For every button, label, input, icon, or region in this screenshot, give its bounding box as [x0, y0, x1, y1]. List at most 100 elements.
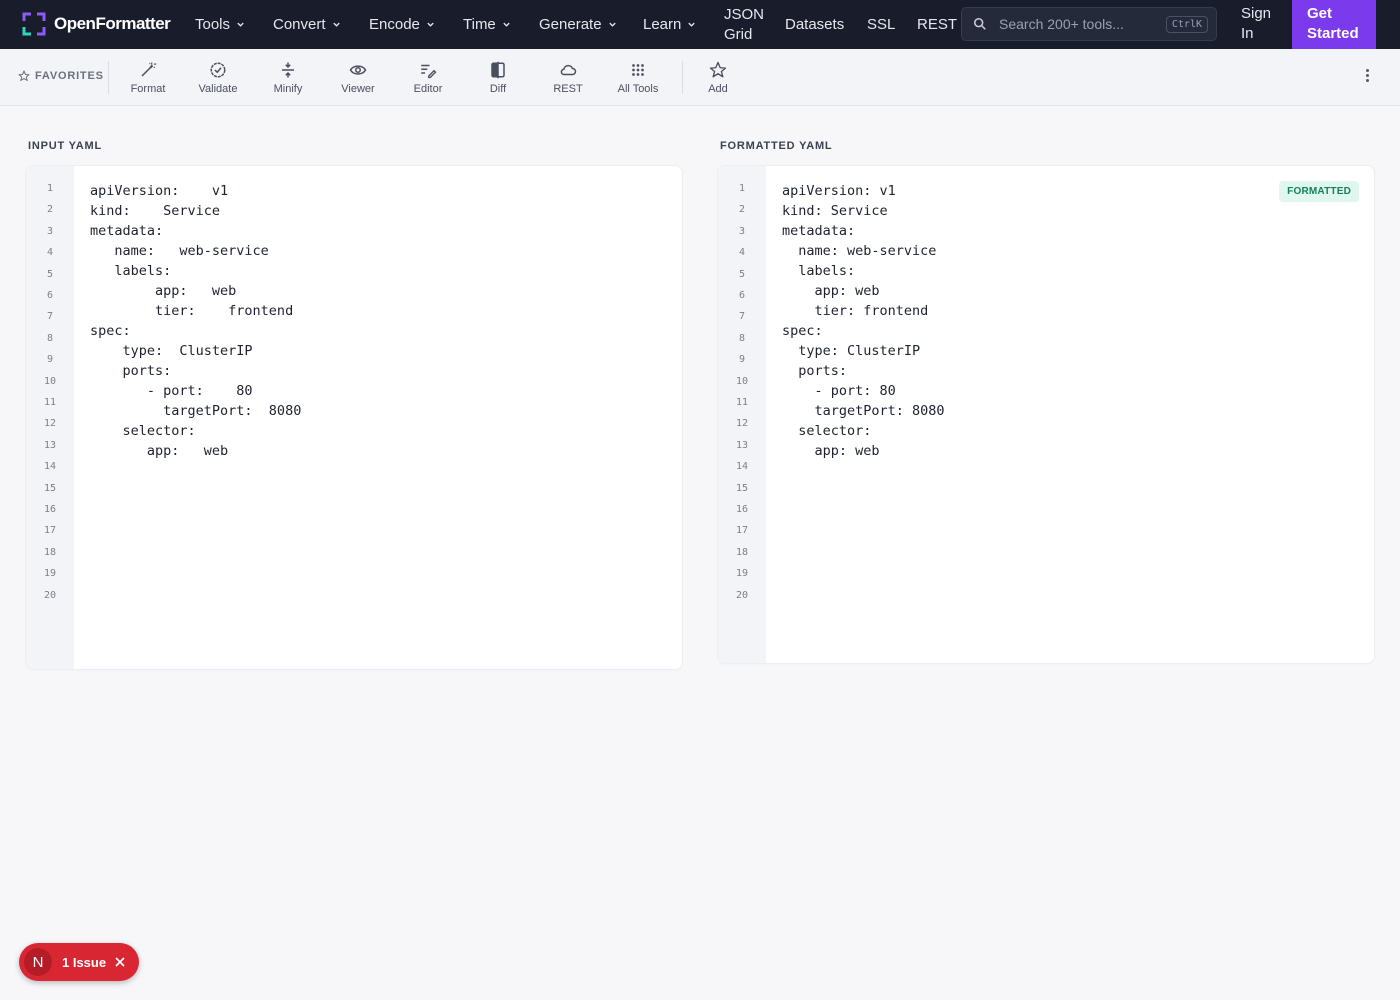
tool-rest-button[interactable]: REST [533, 61, 603, 95]
search-input[interactable]: Search 200+ tools... CtrlK [961, 7, 1217, 41]
line-number: 15 [43, 482, 57, 494]
nav-generate-label: Generate [539, 16, 602, 33]
tool-format-button[interactable]: Format [113, 61, 183, 95]
input-yaml-code[interactable]: apiVersion: v1 kind: Service metadata: n… [90, 181, 301, 461]
nav-rest[interactable]: REST [917, 0, 957, 49]
nav-ssl-label: SSL [867, 16, 896, 33]
line-number: 13 [43, 439, 57, 451]
line-number: 10 [43, 375, 57, 387]
get-started-button[interactable]: Get Started [1292, 0, 1376, 49]
line-number: 15 [735, 482, 749, 494]
brand-name: OpenFormatter [54, 14, 171, 33]
line-number: 16 [43, 504, 57, 515]
more-options-icon[interactable] [1362, 69, 1372, 87]
close-icon[interactable] [115, 957, 125, 967]
nav-convert[interactable]: Convert [273, 0, 341, 49]
favorites-heading: FAVORITES [18, 70, 104, 82]
line-number: 11 [735, 397, 749, 408]
line-number: 8 [46, 332, 54, 344]
add-favorite-button[interactable]: Add [683, 61, 753, 95]
tool-format-label: Format [130, 83, 166, 95]
line-number: 9 [738, 354, 746, 366]
line-number: 20 [735, 589, 749, 601]
line-number: 20 [43, 589, 57, 601]
issues-indicator[interactable]: N 1 Issue [19, 943, 139, 981]
issues-count-label[interactable]: 1 Issue [62, 955, 106, 970]
nav-learn[interactable]: Learn [643, 0, 696, 49]
tool-all-tools-button[interactable]: All Tools [603, 61, 673, 95]
line-number: 2 [46, 204, 54, 216]
nav-datasets-label: Datasets [785, 16, 845, 33]
sign-in-link[interactable]: Sign In [1241, 4, 1271, 44]
chevron-down-icon [608, 22, 616, 27]
nav-tools-label: Tools [195, 16, 231, 33]
edit-lines-icon [421, 64, 437, 79]
formatted-status-badge: FORMATTED [1279, 181, 1359, 202]
formatted-yaml-viewer[interactable]: 1 2 3 4 5 6 7 8 9 10 11 12 13 14 15 16 17 18 19 20 apiVersi… [717, 165, 1375, 664]
tool-validate-button[interactable]: Validate [183, 61, 253, 95]
tool-minify-button[interactable]: Minify [253, 61, 323, 95]
tool-diff-button[interactable]: Diff [463, 61, 533, 95]
star-icon [18, 70, 30, 81]
search-shortcut-badge: CtrlK [1165, 15, 1208, 33]
magic-wand-icon [141, 62, 157, 77]
nav-ssl[interactable]: SSL [867, 0, 895, 49]
tool-validate-label: Validate [198, 83, 238, 95]
line-number: 2 [738, 204, 746, 216]
line-number: 5 [738, 268, 746, 280]
line-number: 10 [735, 375, 749, 387]
line-number: 14 [735, 461, 749, 473]
grid-dots-icon [632, 64, 644, 76]
line-number: 6 [738, 290, 746, 301]
favorites-toolbar: FAVORITES Format Validate Minify Viewer … [0, 49, 1400, 106]
compress-icon [282, 62, 294, 78]
tool-all-tools-label: All Tools [617, 83, 659, 95]
nav-encode[interactable]: Encode [369, 0, 435, 49]
tool-rest-label: REST [553, 83, 583, 95]
cloud-icon [560, 64, 577, 76]
nav-generate[interactable]: Generate [539, 0, 617, 49]
tool-editor-button[interactable]: Editor [393, 61, 463, 95]
nav-json-grid[interactable]: JSON Grid [724, 0, 764, 49]
nav-convert-label: Convert [273, 16, 326, 33]
nav-json-grid-line1: JSON [724, 5, 765, 23]
line-number: 7 [46, 311, 54, 323]
get-started-line1: Get [1307, 5, 1333, 22]
line-number: 18 [735, 546, 749, 558]
favorites-label: FAVORITES [35, 70, 104, 82]
input-panel-title: INPUT YAML [28, 140, 103, 152]
tool-editor-label: Editor [413, 83, 443, 95]
output-panel-title: FORMATTED YAML [720, 140, 833, 152]
next-logo-icon: N [24, 948, 52, 976]
tool-viewer-button[interactable]: Viewer [323, 61, 393, 95]
line-number: 17 [43, 525, 57, 537]
line-number: 16 [735, 504, 749, 515]
nav-time[interactable]: Time [463, 0, 511, 49]
line-number: 3 [738, 225, 746, 237]
get-started-line2: Started [1307, 25, 1359, 42]
line-number-gutter: 1 2 3 4 5 6 7 8 9 10 11 12 13 14 15 16 17 18 19 20 [26, 166, 74, 669]
search-placeholder: Search 200+ tools... [999, 16, 1124, 32]
nav-json-grid-line2: Grid [724, 25, 753, 43]
nav-tools[interactable]: Tools [195, 0, 245, 49]
brand-logo[interactable]: OpenFormatter [22, 12, 171, 36]
line-number: 18 [43, 546, 57, 558]
line-number: 9 [46, 354, 54, 366]
line-number: 6 [46, 290, 54, 301]
chevron-down-icon [237, 22, 244, 27]
sign-in-line1: Sign [1241, 5, 1272, 22]
line-number: 7 [738, 311, 746, 323]
diff-icon [491, 61, 505, 79]
nav-datasets[interactable]: Datasets [785, 0, 844, 49]
star-outline-icon [709, 61, 727, 78]
check-badge-icon [210, 62, 226, 78]
input-yaml-editor[interactable]: 1 2 3 4 5 6 7 8 9 10 11 12 13 14 15 16 17 18 19 20 apiVersi… [25, 165, 683, 670]
chevron-down-icon [332, 22, 340, 27]
toolbar-divider [108, 61, 109, 94]
line-number: 12 [43, 418, 57, 430]
line-number: 4 [46, 247, 54, 259]
formatted-yaml-code[interactable]: apiVersion: v1 kind: Service metadata: n… [782, 181, 945, 461]
line-number: 11 [43, 397, 57, 408]
line-number: 1 [46, 183, 54, 194]
line-number: 19 [43, 568, 57, 580]
